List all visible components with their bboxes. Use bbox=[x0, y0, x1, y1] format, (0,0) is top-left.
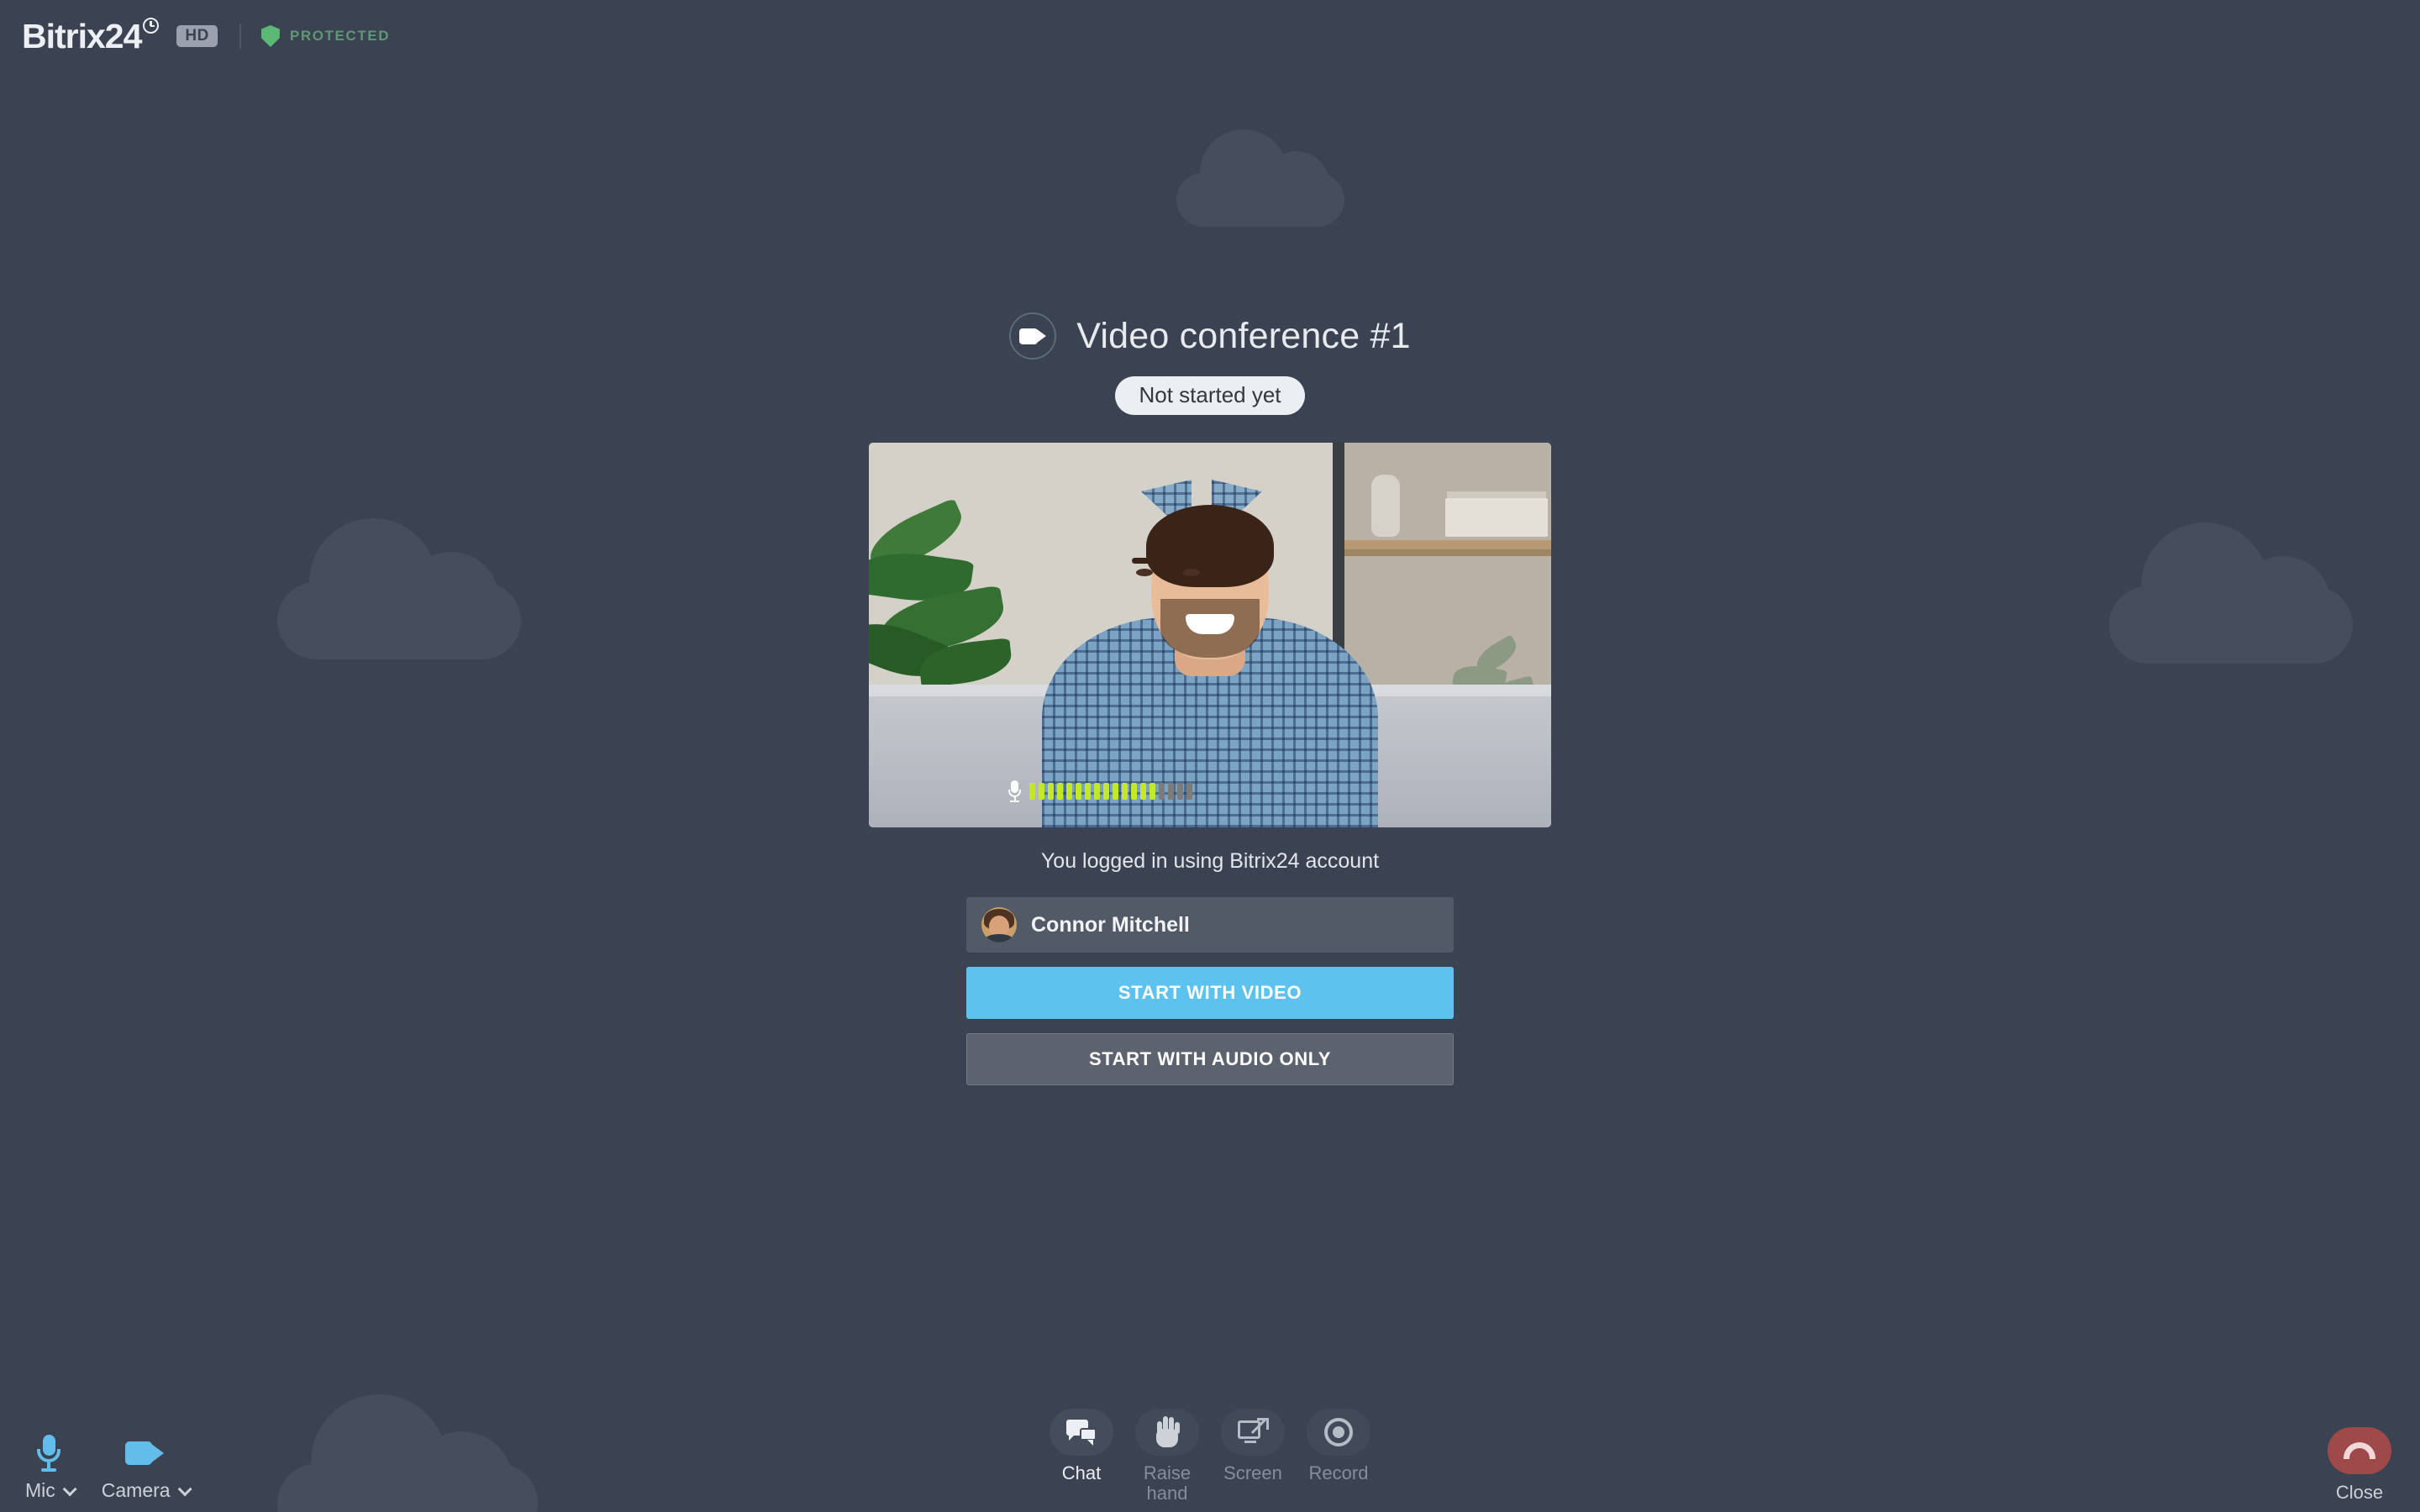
bottom-toolbar: Mic Camera Chat Raise hand Screen Record… bbox=[0, 1386, 2420, 1512]
participant-figure bbox=[1034, 475, 1386, 827]
mic-level-bar bbox=[1057, 783, 1063, 800]
mic-level-bar bbox=[1177, 783, 1183, 800]
status-badge: Not started yet bbox=[1115, 376, 1305, 415]
record-label: Record bbox=[1308, 1462, 1369, 1483]
mic-level-bar bbox=[1085, 783, 1091, 800]
mic-level-bar bbox=[1094, 783, 1100, 800]
mic-level-bar bbox=[1076, 783, 1081, 800]
header-divider bbox=[239, 24, 241, 49]
device-controls: Mic Camera bbox=[25, 1434, 192, 1502]
mic-level-bar bbox=[1140, 783, 1146, 800]
clock-icon bbox=[143, 17, 160, 34]
mic-level-bar bbox=[1186, 783, 1192, 800]
page-title: Video conference #1 bbox=[1076, 315, 1411, 356]
lobby-panel: Video conference #1 Not started yet You … bbox=[832, 312, 1588, 1085]
video-conference-lobby: Bitrix24 HD PROTECTED Video conference #… bbox=[0, 0, 2420, 1512]
chat-icon bbox=[1066, 1419, 1097, 1446]
raise-hand-button[interactable]: Raise hand bbox=[1129, 1408, 1205, 1504]
hd-badge: HD bbox=[176, 25, 218, 47]
cloud-decoration-top bbox=[1176, 126, 1344, 227]
start-with-video-button[interactable]: START WITH VIDEO bbox=[966, 967, 1454, 1019]
cloud-decoration-left bbox=[277, 517, 521, 659]
shield-icon bbox=[260, 25, 280, 47]
current-user-row[interactable]: Connor Mitchell bbox=[966, 897, 1454, 953]
avatar bbox=[981, 907, 1017, 942]
plant-left bbox=[869, 497, 1054, 703]
logo-text: Bitrix24 bbox=[22, 16, 142, 55]
mic-level-bar bbox=[1048, 783, 1054, 800]
video-camera-icon bbox=[125, 1434, 165, 1473]
mic-level-bar bbox=[1029, 783, 1035, 800]
camera-label: Camera bbox=[101, 1479, 171, 1501]
mic-level-bar bbox=[1103, 783, 1109, 800]
camera-toggle[interactable]: Camera bbox=[101, 1434, 192, 1502]
user-name: Connor Mitchell bbox=[1031, 912, 1190, 937]
account-note: You logged in using Bitrix24 account bbox=[1040, 849, 1380, 873]
mic-level-meter bbox=[1008, 780, 1192, 802]
hangup-icon bbox=[2344, 1442, 2375, 1459]
microphone-icon bbox=[36, 1434, 61, 1473]
close-button[interactable]: Close bbox=[2328, 1427, 2391, 1504]
raise-hand-label: Raise hand bbox=[1143, 1462, 1192, 1504]
mic-toggle[interactable]: Mic bbox=[25, 1434, 77, 1502]
conference-title-row: Video conference #1 bbox=[1009, 312, 1411, 360]
screen-share-button[interactable]: Screen bbox=[1215, 1408, 1291, 1483]
conference-tools: Chat Raise hand Screen Record bbox=[1044, 1408, 1376, 1504]
mic-level-bars bbox=[1029, 783, 1192, 800]
mic-level-bar bbox=[1122, 783, 1128, 800]
chevron-down-icon[interactable] bbox=[177, 1481, 192, 1496]
mic-level-bar bbox=[1168, 783, 1174, 800]
shelf-books bbox=[1445, 498, 1548, 537]
chat-button[interactable]: Chat bbox=[1044, 1408, 1119, 1483]
protected-indicator: PROTECTED bbox=[260, 25, 391, 47]
start-with-audio-only-button[interactable]: START WITH AUDIO ONLY bbox=[966, 1033, 1454, 1085]
video-camera-icon bbox=[1009, 312, 1057, 360]
chat-label: Chat bbox=[1061, 1462, 1102, 1483]
mic-level-bar bbox=[1066, 783, 1072, 800]
mic-level-bar bbox=[1131, 783, 1137, 800]
screen-label: Screen bbox=[1223, 1462, 1282, 1483]
app-header: Bitrix24 HD PROTECTED bbox=[0, 0, 2420, 72]
close-label: Close bbox=[2335, 1482, 2384, 1503]
screen-share-icon bbox=[1238, 1417, 1269, 1446]
mic-level-bar bbox=[1150, 783, 1155, 800]
mic-level-bar bbox=[1039, 783, 1044, 800]
bitrix24-logo: Bitrix24 bbox=[22, 16, 160, 55]
raised-hand-icon bbox=[1154, 1415, 1181, 1447]
microphone-icon bbox=[1008, 780, 1021, 802]
chevron-down-icon[interactable] bbox=[62, 1481, 77, 1496]
mic-level-bar bbox=[1159, 783, 1165, 800]
protected-label: PROTECTED bbox=[289, 28, 391, 44]
record-icon bbox=[1324, 1417, 1353, 1446]
cloud-decoration-right bbox=[2109, 521, 2353, 664]
record-button[interactable]: Record bbox=[1301, 1408, 1376, 1483]
mic-level-bar bbox=[1113, 783, 1118, 800]
mic-label: Mic bbox=[25, 1479, 55, 1501]
self-video-preview bbox=[869, 443, 1551, 827]
